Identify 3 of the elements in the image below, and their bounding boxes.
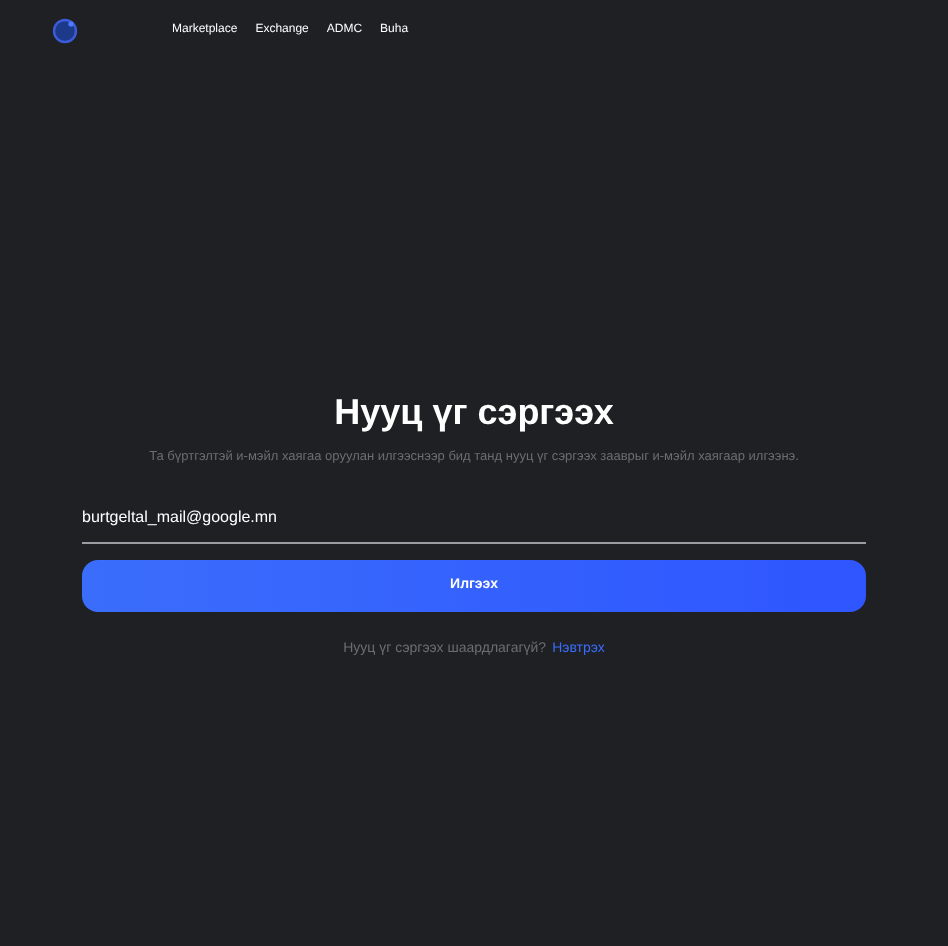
email-field[interactable]: burtgeltal_mail@google.mn [82,505,866,544]
logo-icon[interactable] [52,17,78,43]
page-title: Нууц үг сэргээх [334,394,614,430]
